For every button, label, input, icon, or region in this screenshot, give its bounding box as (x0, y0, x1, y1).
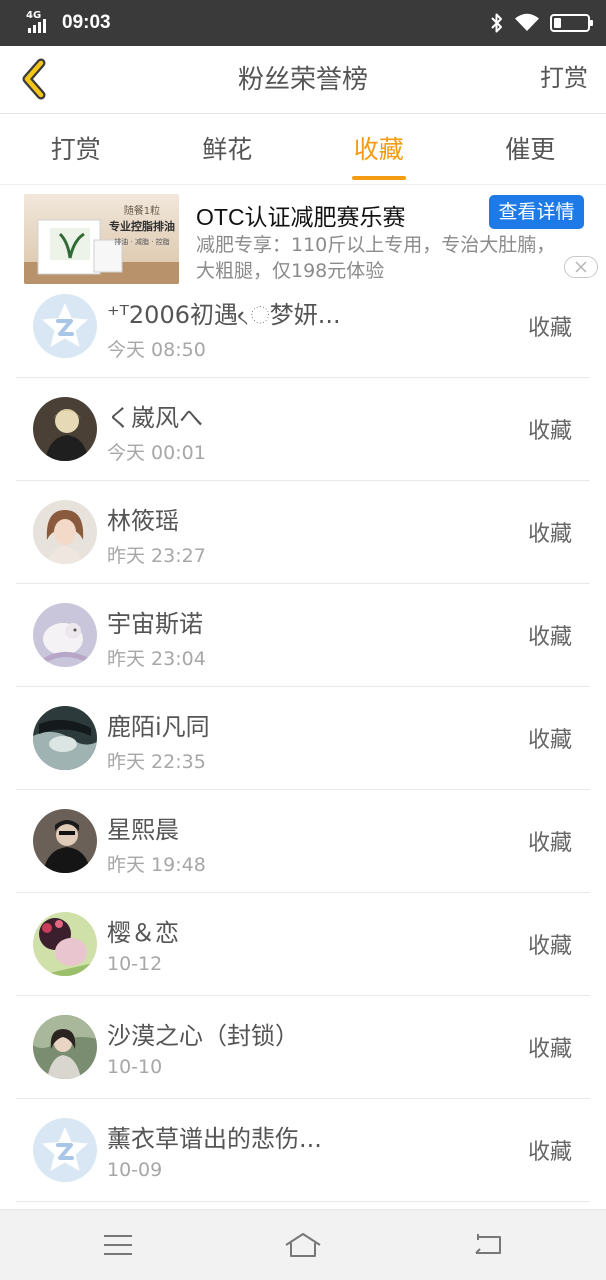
favorite-label: 收藏 (527, 1037, 572, 1062)
signal-icon: 4G (26, 10, 56, 34)
user-name: 樱＆恋 (107, 919, 179, 947)
user-name: く崴风へ (107, 404, 203, 432)
tab-urge-update[interactable]: 催更 (455, 115, 606, 184)
list-item[interactable]: 樱＆恋 10-12 收藏 (16, 893, 590, 996)
status-bar: 4G 09:03 (0, 0, 606, 46)
avatar[interactable] (33, 706, 97, 770)
favorite-label: 收藏 (527, 419, 572, 444)
ad-title[interactable]: OTC认证减肥赛乐赛 (196, 198, 406, 232)
close-icon (575, 261, 587, 273)
user-name: 鹿陌i凡同 (107, 713, 210, 741)
avatar[interactable] (33, 397, 97, 461)
system-nav-bar (0, 1209, 606, 1280)
header: 粉丝荣誉榜 打赏 (0, 46, 606, 114)
avatar[interactable] (33, 500, 97, 564)
timestamp: 10-09 (107, 1159, 163, 1181)
user-name: 沙漠之心（封锁） (107, 1022, 299, 1050)
favorite-label: 收藏 (527, 1140, 572, 1165)
timestamp: 昨天 23:27 (107, 545, 206, 567)
timestamp: 昨天 19:48 (107, 854, 206, 876)
status-time: 09:03 (62, 12, 111, 33)
favorite-label: 收藏 (527, 728, 572, 753)
wifi-icon (515, 13, 539, 31)
home-icon (285, 1233, 321, 1257)
tab-flowers[interactable]: 鲜花 (152, 115, 304, 184)
user-name: 薰衣草谱出的悲伤... (107, 1125, 322, 1153)
ad-banner[interactable]: 随餐1粒 专业控脂排油 排油 · 减脂 · 控脂 OTC认证减肥赛乐赛 查看详情… (0, 186, 606, 286)
ad-image[interactable]: 随餐1粒 专业控脂排油 排油 · 减脂 · 控脂 (24, 194, 179, 284)
timestamp: 昨天 23:04 (107, 648, 206, 670)
favorite-label: 收藏 (527, 625, 572, 650)
list-item[interactable]: く崴风へ 今天 00:01 收藏 (16, 378, 590, 481)
favorite-label: 收藏 (527, 316, 572, 341)
bluetooth-icon (491, 13, 502, 33)
user-name: ⁺ᵀ2006初遇ᨙ梦妍... (107, 301, 341, 329)
avatar[interactable] (33, 603, 97, 667)
timestamp: 今天 08:50 (107, 339, 206, 361)
user-name: 林筱瑶 (107, 507, 179, 535)
tab-reward[interactable]: 打赏 (0, 115, 152, 184)
ad-image-text-3: 排油 · 减脂 · 控脂 (114, 237, 169, 246)
avatar[interactable] (33, 294, 97, 358)
favorite-label: 收藏 (527, 831, 572, 856)
avatar[interactable] (33, 912, 97, 976)
list-item[interactable]: 林筱瑶 昨天 23:27 收藏 (16, 481, 590, 584)
avatar[interactable] (33, 809, 97, 873)
avatar[interactable] (33, 1015, 97, 1079)
list-item[interactable]: 宇宙斯诺 昨天 23:04 收藏 (16, 584, 590, 687)
list-item[interactable]: 沙漠之心（封锁） 10-10 收藏 (16, 996, 590, 1099)
avatar[interactable] (33, 1118, 97, 1182)
list-item[interactable]: ⁺ᵀ2006初遇ᨙ梦妍... 今天 08:50 收藏 (16, 275, 590, 378)
favorite-label: 收藏 (527, 934, 572, 959)
back-nav-button[interactable] (468, 1228, 508, 1262)
ad-image-text-1: 随餐1粒 (124, 204, 160, 217)
battery-icon (550, 14, 593, 32)
reward-button[interactable]: 打赏 (540, 46, 588, 114)
menu-button[interactable] (98, 1228, 138, 1262)
timestamp: 今天 00:01 (107, 442, 206, 464)
list-item[interactable]: 薰衣草谱出的悲伤... 10-09 收藏 (16, 1099, 590, 1202)
favorite-label: 收藏 (527, 522, 572, 547)
ad-image-text-2: 专业控脂排油 (109, 219, 175, 233)
home-button[interactable] (283, 1228, 323, 1262)
ad-details-button[interactable]: 查看详情 (489, 195, 584, 229)
list-item[interactable]: 鹿陌i凡同 昨天 22:35 收藏 (16, 687, 590, 790)
list-item[interactable]: 星熙晨 昨天 19:48 收藏 (16, 790, 590, 893)
tab-bar: 打赏 鲜花 收藏 催更 (0, 115, 606, 185)
fan-list: ⁺ᵀ2006初遇ᨙ梦妍... 今天 08:50 收藏 く崴风へ 今天 00:01… (0, 275, 606, 1202)
user-name: 宇宙斯诺 (107, 610, 203, 638)
timestamp: 10-12 (107, 953, 163, 975)
page-title: 粉丝荣誉榜 (237, 65, 368, 95)
timestamp: 昨天 22:35 (107, 751, 206, 773)
back-icon (475, 1234, 501, 1254)
menu-icon (104, 1235, 132, 1255)
user-name: 星熙晨 (107, 816, 179, 844)
tab-favorites[interactable]: 收藏 (303, 115, 455, 184)
timestamp: 10-10 (107, 1056, 163, 1078)
